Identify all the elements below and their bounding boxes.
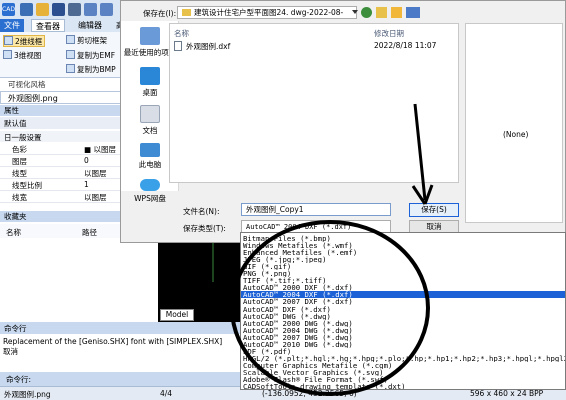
annotation-arrow [413, 103, 427, 201]
annotation-circle [230, 220, 430, 396]
annotation-overlay [230, 103, 434, 396]
